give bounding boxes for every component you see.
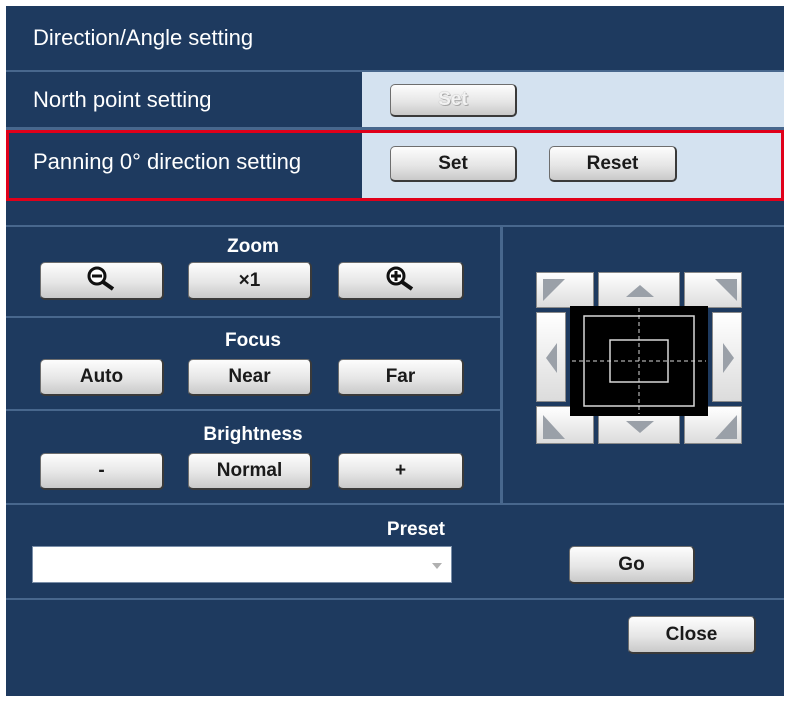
left-arrow-icon: [546, 343, 557, 373]
panning-highlight-box: [6, 130, 784, 201]
up-right-arrow-icon: [715, 279, 737, 301]
zoom-out-magnifier-icon: [85, 265, 119, 297]
focus-auto-button[interactable]: Auto: [40, 359, 164, 396]
pan-up-left-button[interactable]: [536, 272, 594, 308]
focus-near-button[interactable]: Near: [188, 359, 312, 396]
zoom-x1-button[interactable]: ×1: [188, 262, 312, 300]
pan-up-right-button[interactable]: [684, 272, 742, 308]
divider: [500, 225, 503, 503]
dialog-title: Direction/Angle setting: [33, 25, 254, 50]
divider: [6, 225, 784, 227]
preset-go-button[interactable]: Go: [569, 546, 695, 584]
up-left-arrow-icon: [543, 279, 565, 301]
divider: [6, 316, 500, 318]
zoom-in-button[interactable]: [338, 262, 464, 300]
crosshair-icon: [572, 308, 706, 414]
up-arrow-icon: [626, 285, 654, 297]
preset-title: Preset: [386, 519, 445, 540]
pan-tilt-pad: [536, 272, 742, 450]
focus-far-button[interactable]: Far: [338, 359, 464, 396]
divider: [6, 503, 784, 505]
chevron-down-icon: [432, 563, 442, 569]
north-point-set-button[interactable]: Set: [390, 84, 517, 117]
north-point-label: North point setting: [33, 87, 212, 112]
close-button[interactable]: Close: [628, 616, 756, 654]
divider: [6, 598, 784, 600]
pan-up-button[interactable]: [598, 272, 680, 308]
zoom-in-magnifier-icon: [384, 265, 418, 297]
brightness-title: Brightness: [203, 424, 303, 445]
pan-tilt-center-area[interactable]: [570, 306, 708, 416]
pan-right-button[interactable]: [712, 312, 742, 402]
zoom-out-button[interactable]: [40, 262, 164, 300]
pan-left-button[interactable]: [536, 312, 566, 402]
preset-select[interactable]: [32, 546, 452, 583]
brightness-plus-button[interactable]: +: [338, 453, 464, 490]
right-arrow-icon: [723, 343, 734, 373]
divider: [6, 409, 500, 411]
brightness-normal-button[interactable]: Normal: [188, 453, 312, 490]
brightness-minus-button[interactable]: -: [40, 453, 164, 490]
zoom-title: Zoom: [227, 236, 279, 257]
focus-title: Focus: [225, 330, 281, 351]
